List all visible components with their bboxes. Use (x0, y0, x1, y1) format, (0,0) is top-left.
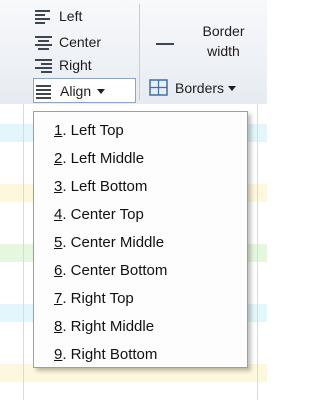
borders-label: Borders (175, 80, 225, 96)
menu-item-center-middle[interactable]: 5. Center Middle (54, 232, 164, 254)
align-left-label: Left (59, 8, 83, 24)
align-button-label: Align (60, 83, 92, 99)
ribbon-divider (139, 4, 140, 100)
menu-item-left-middle[interactable]: 2. Left Middle (54, 148, 144, 170)
borders-grid-icon (149, 79, 168, 96)
align-dropdown-menu: 1. Left Top 2. Left Middle 3. Left Botto… (33, 111, 248, 368)
align-center-label: Center (59, 34, 102, 50)
align-right-button[interactable]: Right (34, 54, 92, 76)
align-justify-icon (35, 82, 57, 100)
column-divider (257, 104, 258, 400)
menu-item-right-top[interactable]: 7. Right Top (54, 288, 134, 310)
align-dropdown-button[interactable]: Align (33, 78, 136, 103)
align-right-icon (34, 56, 56, 74)
ribbon-toolbar: Left Center Right Align Border width Bor… (0, 0, 267, 105)
chevron-down-icon (228, 85, 237, 91)
align-right-label: Right (59, 57, 92, 73)
app-window: Left Center Right Align Border width Bor… (0, 0, 267, 400)
menu-item-right-bottom[interactable]: 9. Right Bottom (54, 344, 157, 366)
menu-item-right-middle[interactable]: 8. Right Middle (54, 316, 154, 338)
borders-dropdown-button[interactable]: Borders (149, 77, 237, 99)
column-divider (23, 104, 24, 400)
menu-item-left-bottom[interactable]: 3. Left Bottom (54, 176, 147, 198)
menu-item-center-top[interactable]: 4. Center Top (54, 204, 144, 226)
border-width-label-line2: width (207, 43, 240, 59)
align-center-button[interactable]: Center (34, 31, 101, 53)
align-left-button[interactable]: Left (34, 5, 82, 27)
border-width-label-line1: Border (202, 23, 245, 39)
menu-item-left-top[interactable]: 1. Left Top (54, 120, 124, 142)
border-width-icon (156, 43, 174, 45)
align-left-icon (34, 7, 56, 25)
menu-item-center-bottom[interactable]: 6. Center Bottom (54, 260, 167, 282)
align-center-icon (34, 33, 56, 51)
chevron-down-icon (97, 88, 106, 94)
